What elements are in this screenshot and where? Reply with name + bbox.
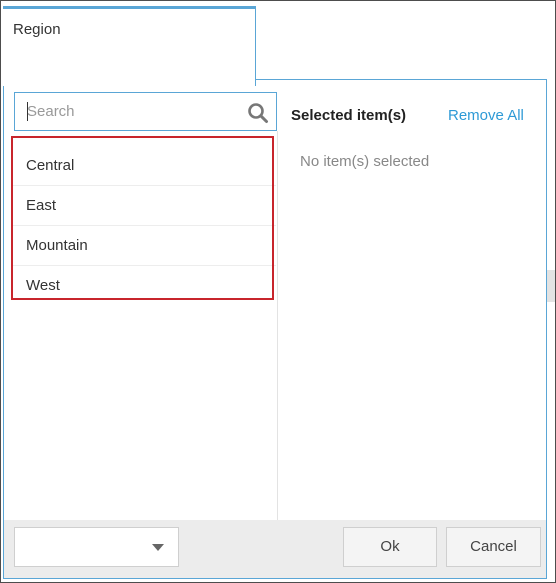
list-item-east[interactable]: East — [12, 186, 276, 226]
search-box[interactable] — [14, 92, 277, 131]
list-item-mountain[interactable]: Mountain — [12, 226, 276, 266]
selected-items-header: Selected item(s) — [291, 107, 407, 124]
search-input[interactable] — [27, 93, 237, 130]
column-divider — [277, 131, 278, 520]
search-icon[interactable] — [247, 102, 269, 124]
ok-button[interactable]: Ok — [343, 527, 437, 567]
empty-selection-message: No item(s) selected — [300, 153, 430, 170]
text-caret — [27, 102, 28, 121]
tab-label: Region — [13, 21, 61, 38]
dialog-footer: Ok Cancel — [4, 520, 546, 578]
cancel-button[interactable]: Cancel — [446, 527, 541, 567]
footer-dropdown[interactable] — [14, 527, 179, 567]
chevron-down-icon[interactable] — [152, 544, 164, 551]
background-table-row — [546, 270, 555, 302]
list-item-west[interactable]: West — [12, 266, 276, 306]
available-items-list: Central East Mountain West — [12, 146, 276, 306]
tab-joint — [4, 78, 255, 81]
tab-region[interactable]: Region — [3, 6, 256, 86]
remove-all-link[interactable]: Remove All — [448, 107, 524, 124]
list-item-central[interactable]: Central — [12, 146, 276, 186]
